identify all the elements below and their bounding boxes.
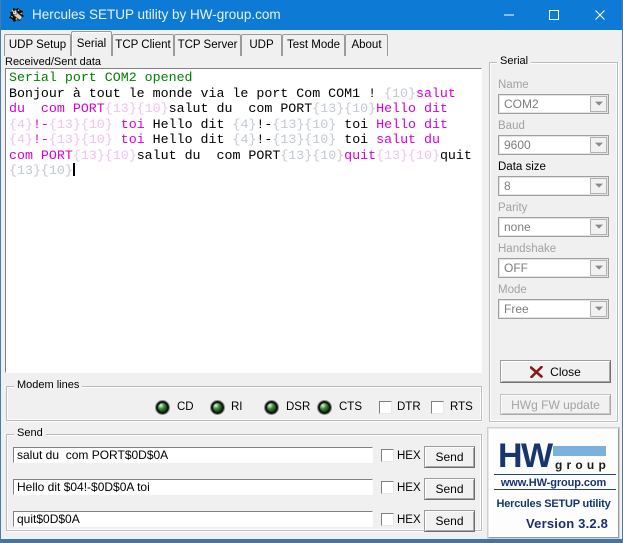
send-button-2[interactable]: Send bbox=[424, 478, 475, 500]
tab-serial[interactable]: Serial bbox=[71, 31, 112, 56]
combo-dropdown-button-name[interactable] bbox=[590, 96, 607, 112]
hex-label-3: HEX bbox=[397, 514, 421, 526]
window-title: Hercules SETUP utility by HW-group.com bbox=[32, 0, 281, 30]
checkbox-rts[interactable] bbox=[431, 401, 444, 414]
led-label-cts: CTS bbox=[339, 401, 362, 414]
field-label-parity: Parity bbox=[498, 203, 527, 214]
send-button-3[interactable]: Send bbox=[424, 510, 475, 532]
field-label-data-size: Data size bbox=[498, 162, 546, 173]
chevron-down-icon bbox=[595, 266, 603, 274]
hex-checkbox-1[interactable] bbox=[381, 449, 394, 462]
logo-blue-bar bbox=[553, 446, 606, 456]
hex-label-1: HEX bbox=[397, 450, 421, 462]
led-cts bbox=[318, 401, 331, 414]
close-x-icon bbox=[530, 366, 543, 378]
combo-mode[interactable]: Free bbox=[498, 299, 609, 319]
logo-version: Version 3.2.8 bbox=[526, 516, 608, 531]
chevron-down-icon bbox=[595, 102, 603, 110]
tab-tcp-server[interactable]: TCP Server bbox=[174, 34, 241, 56]
combo-dropdown-button-handshake[interactable] bbox=[590, 260, 607, 276]
led-dsr bbox=[265, 401, 278, 414]
combo-baud[interactable]: 9600 bbox=[498, 135, 609, 155]
logo-group-text: group bbox=[555, 458, 610, 472]
combo-value-handshake: OFF bbox=[504, 259, 528, 277]
terminal-line: {4}!-{13}{10} toi Hello dit {4}!-{13}{10… bbox=[9, 132, 481, 148]
terminal-line: {13}{10} bbox=[9, 163, 481, 179]
logo-divider-top bbox=[494, 474, 616, 475]
close-port-label: Close bbox=[550, 365, 581, 379]
fw-update-button[interactable]: HWg FW update bbox=[500, 394, 611, 415]
terminal-line: Bonjour à tout le monde via le port Com … bbox=[9, 86, 481, 102]
terminal-line: du com PORT{13}{10}salut du com PORT{13}… bbox=[9, 101, 481, 117]
field-label-baud: Baud bbox=[498, 121, 525, 132]
maximize-icon bbox=[548, 10, 559, 21]
received-sent-label: Received/Sent data bbox=[5, 56, 101, 68]
combo-dropdown-button-mode[interactable] bbox=[590, 301, 607, 317]
app-icon bbox=[9, 7, 25, 23]
send-caption: Send bbox=[14, 428, 46, 439]
combo-dropdown-button-parity[interactable] bbox=[590, 219, 607, 235]
combo-value-data-size: 8 bbox=[504, 177, 511, 195]
minimize-icon bbox=[503, 10, 514, 21]
field-label-mode: Mode bbox=[498, 285, 527, 296]
tab-tcp-client[interactable]: TCP Client bbox=[112, 34, 174, 56]
serial-caption: Serial bbox=[497, 56, 531, 67]
combo-data-size[interactable]: 8 bbox=[498, 176, 609, 196]
tab-udp-setup[interactable]: UDP Setup bbox=[4, 34, 71, 56]
combo-value-mode: Free bbox=[504, 300, 529, 318]
chevron-down-icon bbox=[595, 184, 603, 192]
minimize-button[interactable] bbox=[486, 0, 531, 30]
text-cursor bbox=[73, 163, 75, 176]
checkbox-label-rts: RTS bbox=[450, 401, 473, 414]
combo-parity[interactable]: none bbox=[498, 217, 609, 237]
combo-dropdown-button-data-size[interactable] bbox=[590, 178, 607, 194]
combo-handshake[interactable]: OFF bbox=[498, 258, 609, 278]
tab-udp[interactable]: UDP bbox=[241, 34, 282, 56]
close-window-button[interactable] bbox=[577, 0, 622, 30]
title-bar: Hercules SETUP utility by HW-group.com bbox=[0, 0, 623, 30]
logo-app-name: Hercules SETUP utility bbox=[489, 498, 618, 510]
led-ri bbox=[211, 401, 224, 414]
send-input-2[interactable]: Hello dit $04!-$0D$0A toi bbox=[13, 479, 373, 495]
chevron-down-icon bbox=[595, 225, 603, 233]
checkbox-label-dtr: DTR bbox=[397, 401, 421, 414]
close-icon bbox=[594, 10, 605, 21]
send-input-1[interactable]: salut du com PORT$0D$0A bbox=[13, 447, 373, 463]
send-input-3[interactable]: quit$0D$0A bbox=[13, 511, 373, 527]
terminal-line: Serial port COM2 opened bbox=[9, 70, 481, 86]
modem-lines-caption: Modem lines bbox=[14, 380, 82, 391]
hex-label-2: HEX bbox=[397, 482, 421, 494]
led-label-ri: RI bbox=[231, 401, 243, 414]
hwgroup-website-link[interactable]: www.HW-group.com bbox=[489, 477, 618, 489]
hwgroup-logo-box: HW group www.HW-group.com Hercules SETUP… bbox=[488, 428, 619, 538]
terminal-line: com PORT{13}{10}salut du com PORT{13}{10… bbox=[9, 148, 481, 164]
combo-name[interactable]: COM2 bbox=[498, 94, 609, 114]
checkbox-dtr[interactable] bbox=[379, 401, 392, 414]
logo-divider-bottom bbox=[494, 489, 616, 490]
field-label-name: Name bbox=[498, 80, 529, 91]
combo-dropdown-button-baud[interactable] bbox=[590, 137, 607, 153]
logo-hw-text: HW bbox=[498, 441, 552, 471]
tab-about[interactable]: About bbox=[345, 34, 388, 56]
app-window: Hercules SETUP utility by HW-group.com U… bbox=[0, 0, 623, 543]
tab-bar: UDP SetupSerialTCP ClientTCP ServerUDPTe… bbox=[1, 31, 622, 56]
close-port-button[interactable]: Close bbox=[500, 360, 611, 383]
tab-test-mode[interactable]: Test Mode bbox=[282, 34, 345, 56]
led-label-dsr: DSR bbox=[286, 401, 310, 414]
combo-value-baud: 9600 bbox=[504, 136, 531, 154]
chevron-down-icon bbox=[595, 143, 603, 151]
hex-checkbox-3[interactable] bbox=[381, 513, 394, 526]
terminal-line: {4}!-{13}{10} toi Hello dit {4}!-{13}{10… bbox=[9, 117, 481, 133]
led-label-cd: CD bbox=[177, 401, 194, 414]
field-label-handshake: Handshake bbox=[498, 244, 556, 255]
led-cd bbox=[156, 401, 169, 414]
combo-value-name: COM2 bbox=[504, 95, 539, 113]
combo-value-parity: none bbox=[504, 218, 531, 236]
hex-checkbox-2[interactable] bbox=[381, 481, 394, 494]
chevron-down-icon bbox=[595, 307, 603, 315]
send-button-1[interactable]: Send bbox=[424, 446, 475, 468]
maximize-button[interactable] bbox=[531, 0, 576, 30]
received-data-terminal[interactable]: Serial port COM2 openedBonjour à tout le… bbox=[5, 68, 482, 373]
